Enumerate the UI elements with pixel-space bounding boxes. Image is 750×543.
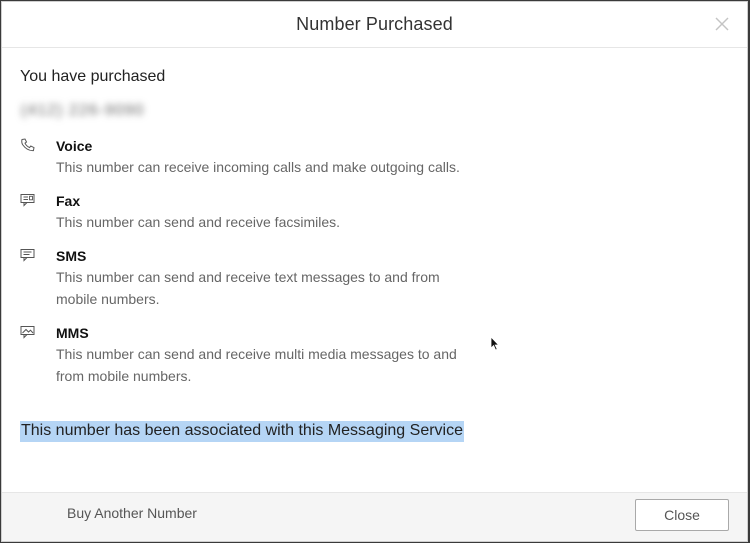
capability-voice: Voice This number can receive incoming c…	[20, 137, 466, 178]
capability-name: Fax	[56, 193, 81, 209]
capability-description: This number can send and receive facsimi…	[56, 214, 341, 230]
capability-fax: Fax This number can send and receive fac…	[20, 192, 466, 233]
dialog-content: You have purchased (412) 226-9090 Voice …	[20, 68, 727, 442]
fax-icon	[20, 194, 35, 207]
image-message-icon	[20, 326, 35, 339]
capability-name: Voice	[56, 138, 93, 154]
dialog-footer: Buy Another Number Close	[2, 492, 747, 541]
mouse-cursor-icon	[490, 336, 500, 351]
phone-icon	[21, 138, 35, 152]
capability-description: This number can receive incoming calls a…	[56, 159, 460, 175]
number-purchased-dialog: Number Purchased You have purchased (412…	[1, 1, 748, 542]
dialog-title: Number Purchased	[296, 14, 453, 34]
capability-name: MMS	[56, 325, 89, 341]
dialog-header: Number Purchased	[2, 2, 747, 48]
association-message: This number has been associated with thi…	[20, 421, 464, 442]
close-icon[interactable]	[713, 15, 731, 33]
capability-sms: SMS This number can send and receive tex…	[20, 247, 466, 310]
chat-bubble-icon	[20, 249, 35, 262]
capability-mms: MMS This number can send and receive mul…	[20, 324, 466, 387]
purchased-label: You have purchased	[20, 68, 166, 85]
close-button[interactable]: Close	[635, 499, 729, 531]
capability-description: This number can send and receive text me…	[56, 269, 440, 307]
purchased-phone-number: (412) 226-9090	[21, 102, 145, 119]
capability-name: SMS	[56, 248, 87, 264]
capability-description: This number can send and receive multi m…	[56, 346, 457, 384]
buy-another-number-button[interactable]: Buy Another Number	[67, 505, 197, 521]
